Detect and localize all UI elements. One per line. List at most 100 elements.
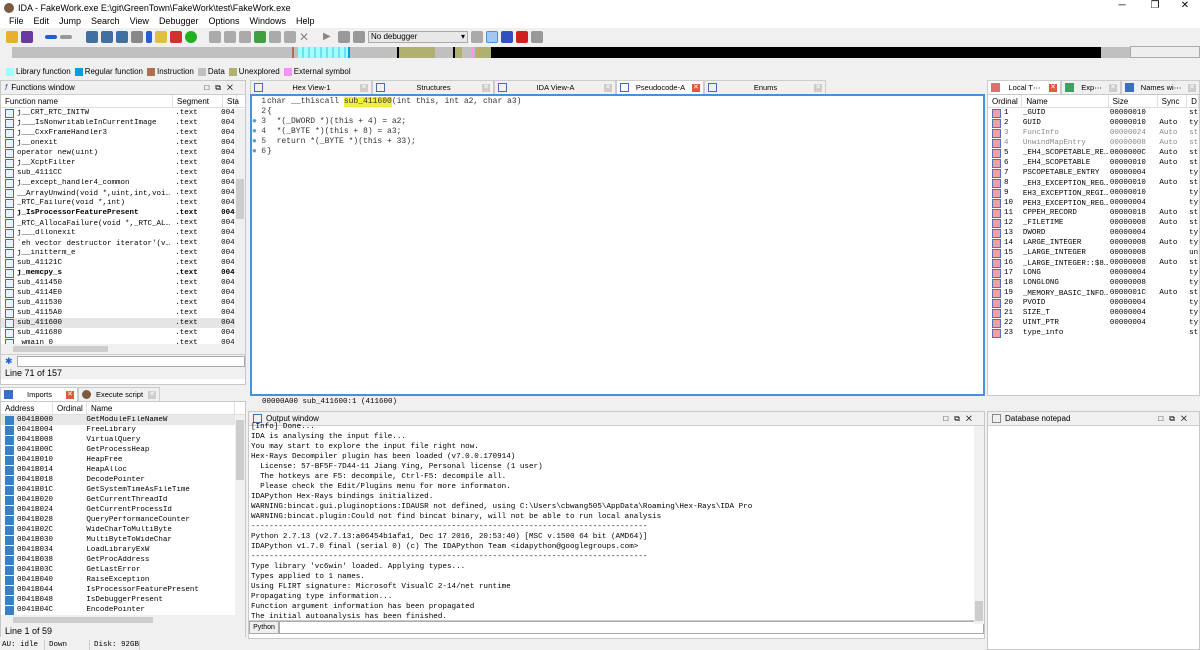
- close-icon[interactable]: ✕: [147, 390, 156, 399]
- code-line[interactable]: ● 4 *(_BYTE *)(this + 8) = a3;: [252, 127, 983, 137]
- import-row[interactable]: 0041B014 HeapAlloc: [1, 465, 235, 475]
- window-controls-icon[interactable]: □⧉✕: [204, 83, 239, 93]
- struct-icon[interactable]: [224, 30, 236, 43]
- functions-scrollbar[interactable]: [235, 109, 245, 345]
- close-button[interactable]: ✕: [1170, 0, 1200, 11]
- local-type-row[interactable]: 23 type_info st: [988, 328, 1199, 338]
- menu-debugger[interactable]: Debugger: [154, 15, 204, 28]
- script-icon[interactable]: [155, 30, 167, 43]
- function-row[interactable]: _RTC_AllocaFailure(void *,_RTC_ALLOCA_⋯.…: [1, 218, 235, 228]
- menu-search[interactable]: Search: [86, 15, 125, 28]
- function-row[interactable]: __ArrayUnwind(void *,uint,int,void (*)⋯.…: [1, 188, 235, 198]
- local-type-row[interactable]: 20 PVOID 00000004 ty: [988, 298, 1199, 308]
- function-row[interactable]: `eh vector destructor iterator'(void *⋯.…: [1, 238, 235, 248]
- stop-icon[interactable]: [353, 30, 365, 43]
- highlighted-identifier[interactable]: sub_411600: [343, 97, 392, 107]
- column-name[interactable]: Name: [1022, 95, 1109, 107]
- code-line[interactable]: ● 3 *(_DWORD *)(this + 4) = a2;: [252, 117, 983, 127]
- close-icon[interactable]: ✕: [1188, 83, 1196, 92]
- close-icon[interactable]: ✕: [603, 83, 612, 92]
- tab-ida-view[interactable]: IDA View-A ✕: [494, 80, 616, 94]
- menu-view[interactable]: View: [125, 15, 154, 28]
- function-row[interactable]: sub_411530 .text 004: [1, 298, 235, 308]
- column-name[interactable]: Name: [87, 402, 235, 414]
- function-row[interactable]: j___IsNonwritableInCurrentImage .text 004: [1, 118, 235, 128]
- open-icon[interactable]: [6, 30, 18, 43]
- import-row[interactable]: 0041B010 HeapFree: [1, 455, 235, 465]
- local-type-row[interactable]: 4 UnwindMapEntry 00000008 Auto st: [988, 138, 1199, 148]
- play-icon[interactable]: ▶: [323, 31, 335, 43]
- function-row[interactable]: j_IsProcessorFeaturePresent .text 004: [1, 208, 235, 218]
- column-description[interactable]: D: [1187, 95, 1199, 107]
- import-row[interactable]: 0041B03C GetLastError: [1, 565, 235, 575]
- local-type-row[interactable]: 22 UINT_PTR 00000004 ty: [988, 318, 1199, 328]
- tab-pseudocode[interactable]: Pseudocode-A ✕: [616, 80, 704, 94]
- import-row[interactable]: 0041B048 IsDebuggerPresent: [1, 595, 235, 605]
- bincat-icon[interactable]: [501, 30, 513, 43]
- import-row[interactable]: 0041B04C EncodePointer: [1, 605, 235, 615]
- column-ordinal[interactable]: Ordinal: [988, 95, 1023, 107]
- minimize-button[interactable]: ─: [1107, 0, 1137, 11]
- local-type-row[interactable]: 13 DWORD 00000004 ty: [988, 228, 1199, 238]
- import-row[interactable]: 0041B038 GetProcAddress: [1, 555, 235, 565]
- tab-enums[interactable]: Enums ✕: [704, 80, 826, 94]
- imports-hscrollbar[interactable]: [1, 615, 245, 625]
- jump-down-icon[interactable]: [146, 30, 152, 43]
- segment-icon[interactable]: [86, 30, 98, 43]
- function-row[interactable]: sub_4111CC .text 004: [1, 168, 235, 178]
- window-controls-icon[interactable]: □⧉✕: [1158, 414, 1193, 424]
- back-icon[interactable]: [45, 34, 57, 39]
- code-line[interactable]: 2{: [252, 107, 983, 117]
- column-address[interactable]: Address: [1, 402, 53, 414]
- local-type-row[interactable]: 15 _LARGE_INTEGER 00000008 un: [988, 248, 1199, 258]
- function-row[interactable]: j__CRT_RTC_INITW .text 004: [1, 108, 235, 118]
- local-type-row[interactable]: 18 LONGLONG 00000008 ty: [988, 278, 1199, 288]
- settings-icon[interactable]: [531, 30, 543, 43]
- debugger-select[interactable]: No debugger ▾: [368, 30, 468, 43]
- functions-hscrollbar[interactable]: [1, 344, 245, 354]
- local-type-row[interactable]: 16 _LARGE_INTEGER::$837⋯ 00000008 Auto st: [988, 258, 1199, 268]
- column-segment[interactable]: Segment: [173, 95, 223, 107]
- python-input[interactable]: [279, 621, 984, 634]
- close-icon[interactable]: ✕: [814, 83, 822, 92]
- local-type-row[interactable]: 3 FuncInfo 00000024 Auto st: [988, 128, 1199, 138]
- import-row[interactable]: 0041B00C GetProcessHeap: [1, 445, 235, 455]
- menu-jump[interactable]: Jump: [54, 15, 86, 28]
- attach-icon[interactable]: [471, 30, 483, 43]
- graph-icon[interactable]: [170, 30, 182, 43]
- edit-icon[interactable]: [284, 30, 296, 43]
- code-line[interactable]: ● 6}: [252, 147, 983, 157]
- python-button[interactable]: Python: [249, 621, 279, 634]
- import-row[interactable]: 0041B008 VirtualQuery: [1, 435, 235, 445]
- function-row[interactable]: _RTC_Failure(void *,int) .text 004: [1, 198, 235, 208]
- tab-local-types[interactable]: Local T⋯ ✕: [987, 80, 1061, 94]
- menu-edit[interactable]: Edit: [29, 15, 55, 28]
- import-row[interactable]: 0041B018 DecodePointer: [1, 475, 235, 485]
- local-type-row[interactable]: 8 _EH3_EXCEPTION_REGIS⋯ 00000010 Auto st: [988, 178, 1199, 188]
- import-row[interactable]: 0041B030 MultiByteToWideChar: [1, 535, 235, 545]
- tab-structures[interactable]: Structures ✕: [372, 80, 494, 94]
- local-type-row[interactable]: 19 _MEMORY_BASIC_INFORM⋯ 0000001C Auto st: [988, 288, 1199, 298]
- local-type-row[interactable]: 21 SIZE_T 00000004 ty: [988, 308, 1199, 318]
- tab-execute-script[interactable]: Execute script ✕: [78, 387, 160, 401]
- function-row[interactable]: sub_411450 .text 004: [1, 278, 235, 288]
- tab-imports[interactable]: Imports ✕: [0, 387, 78, 401]
- add-icon[interactable]: [254, 30, 266, 43]
- close-icon[interactable]: ✕: [691, 83, 700, 92]
- delete-icon[interactable]: ✕: [299, 31, 311, 43]
- navigation-band[interactable]: [12, 46, 1200, 58]
- column-start[interactable]: Sta: [223, 95, 239, 107]
- plugin-icon[interactable]: [516, 30, 528, 43]
- code-line[interactable]: 1 char __thiscall sub_411600(int this, in…: [252, 97, 983, 107]
- function-row[interactable]: sub_411600 .text 004: [1, 318, 235, 328]
- function-row[interactable]: j_memcpy_s .text 004: [1, 268, 235, 278]
- local-type-row[interactable]: 11 CPPEH_RECORD 00000018 Auto st: [988, 208, 1199, 218]
- window-controls-icon[interactable]: □⧉✕: [943, 414, 978, 424]
- tab-exports[interactable]: Exp⋯ ✕: [1061, 80, 1121, 94]
- functions-filter-input[interactable]: [16, 355, 245, 367]
- pseudocode-view[interactable]: 1 char __thiscall sub_411600(int this, in…: [250, 94, 985, 396]
- forward-icon[interactable]: [60, 34, 72, 39]
- patch-icon[interactable]: [131, 30, 143, 43]
- import-row[interactable]: 0041B028 QueryPerformanceCounter: [1, 515, 235, 525]
- function-row[interactable]: sub_411680 .text 004: [1, 328, 235, 338]
